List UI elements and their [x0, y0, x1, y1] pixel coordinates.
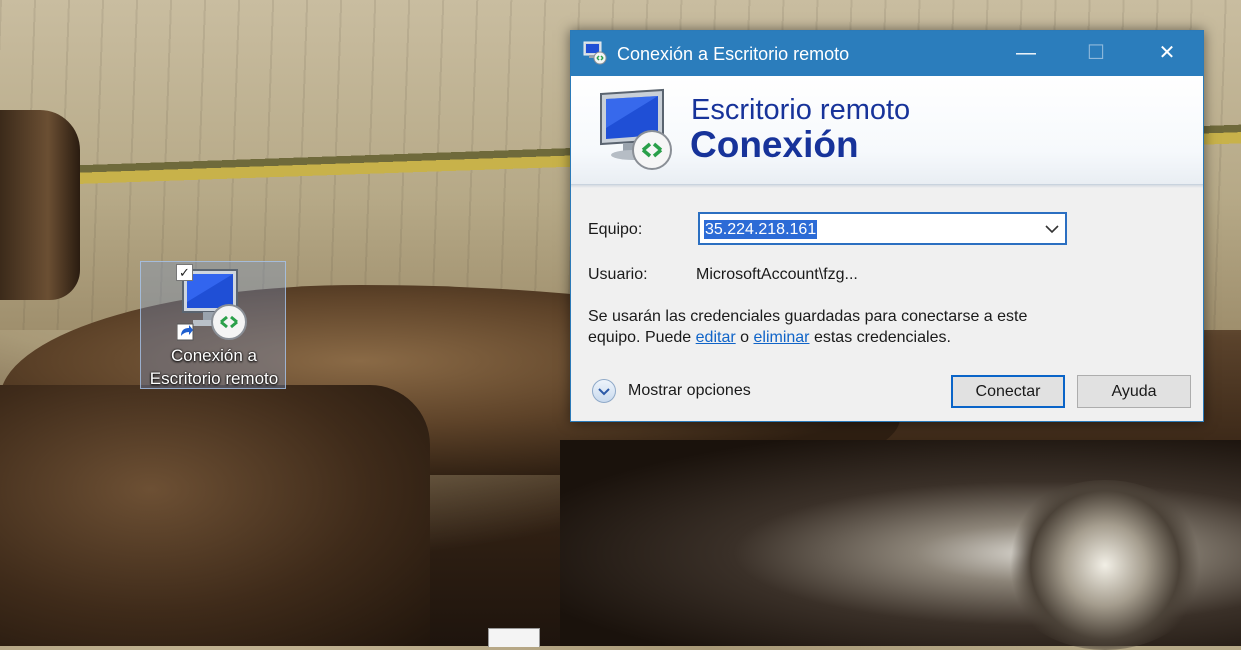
- expand-options-icon[interactable]: [592, 379, 616, 403]
- computer-input-value[interactable]: 35.224.218.161: [704, 220, 818, 239]
- credentials-info-line2: equipo. Puede editar o eliminar estas cr…: [588, 327, 1068, 348]
- chevron-down-icon[interactable]: [1045, 222, 1059, 241]
- computer-combobox[interactable]: 35.224.218.161: [698, 212, 1067, 245]
- delete-credentials-link[interactable]: eliminar: [753, 329, 809, 346]
- wallpaper-chrome: [1000, 480, 1210, 650]
- credentials-info-line1: Se usarán las credenciales guardadas par…: [588, 308, 1028, 325]
- credentials-info-text: estas credenciales.: [809, 329, 951, 346]
- credentials-info: Se usarán las credenciales guardadas par…: [588, 306, 1068, 348]
- desktop-shortcut-label-line1: Conexión a: [170, 346, 257, 365]
- selection-checkbox[interactable]: ✓: [176, 264, 193, 281]
- credentials-info-text: equipo. Puede: [588, 329, 696, 346]
- minimize-button[interactable]: —: [991, 31, 1061, 76]
- credentials-info-text: o: [735, 329, 754, 346]
- show-options-label[interactable]: Mostrar opciones: [628, 382, 751, 400]
- remote-desktop-dialog: Conexión a Escritorio remoto — ☐ ✕ Escri…: [570, 30, 1204, 422]
- window-title: Conexión a Escritorio remoto: [617, 44, 850, 64]
- connect-button[interactable]: Conectar: [951, 375, 1065, 408]
- desktop-shortcut-remote-desktop[interactable]: ✓ Conexión a Escritorio remoto: [140, 261, 286, 389]
- close-button[interactable]: ✕: [1132, 31, 1202, 76]
- banner-title-line2: Conexión: [690, 124, 859, 165]
- desktop-document-icon-partial[interactable]: [488, 628, 540, 647]
- user-label: Usuario:: [588, 266, 648, 283]
- dialog-banner: Escritorio remoto Conexión: [571, 76, 1203, 185]
- wallpaper-saddlebag: [0, 385, 430, 646]
- edit-credentials-link[interactable]: editar: [696, 329, 736, 346]
- maximize-button[interactable]: ☐: [1061, 31, 1131, 76]
- desktop-shortcut-label: Conexión a Escritorio remoto: [141, 344, 287, 390]
- desktop-shortcut-label-line2: Escritorio remoto: [149, 369, 279, 388]
- title-bar[interactable]: Conexión a Escritorio remoto — ☐ ✕: [571, 31, 1203, 76]
- banner-divider: [571, 185, 1203, 188]
- banner-title-line1: Escritorio remoto: [691, 94, 911, 126]
- remote-desktop-monitor-icon: [597, 88, 677, 177]
- user-value: MicrosoftAccount\fzg...: [696, 266, 858, 283]
- help-button[interactable]: Ayuda: [1077, 375, 1191, 408]
- remote-desktop-icon: [583, 41, 607, 70]
- computer-label: Equipo:: [588, 221, 643, 238]
- wallpaper-backrest: [0, 110, 80, 300]
